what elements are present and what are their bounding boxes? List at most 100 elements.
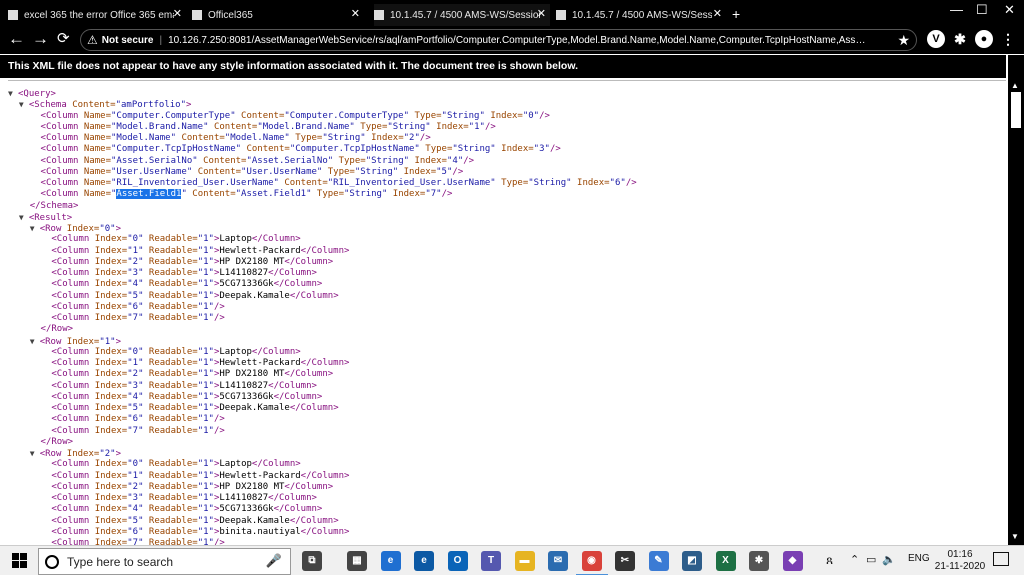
- browser-tab-2[interactable]: Officel365 ✕: [192, 4, 364, 26]
- xml-row-column: <Column Index="5" Readable="1">Deepak.Ka…: [51, 290, 339, 301]
- collapse-triangle-icon[interactable]: ▼: [30, 448, 40, 459]
- xml-row-column: <Column Index="0" Readable="1">Laptop</C…: [51, 346, 301, 357]
- xml-row-column: <Column Index="2" Readable="1">HP DX2180…: [51, 369, 334, 380]
- not-secure-label[interactable]: Not secure: [102, 35, 154, 46]
- xml-row-close: </Row>: [40, 324, 74, 335]
- taskbar-paint-icon[interactable]: ✎: [648, 551, 669, 571]
- xml-schema-close: </Schema>: [29, 200, 79, 211]
- tab-close-icon[interactable]: ✕: [713, 7, 722, 20]
- xml-row-column: <Column Index="6" Readable="1">binita.na…: [51, 526, 350, 537]
- taskbar-store-icon[interactable]: ▦: [347, 551, 367, 571]
- taskbar-mail-icon[interactable]: ✉: [548, 551, 568, 571]
- tab-favicon-icon: [8, 10, 18, 20]
- taskbar-task-view-icon[interactable]: ⧉: [302, 551, 322, 571]
- xml-row-column: <Column Index="3" Readable="1">L14110827…: [51, 493, 317, 503]
- volume-icon[interactable]: 🔈: [882, 553, 896, 566]
- xml-style-info-bar: This XML file does not appear to have an…: [0, 55, 1006, 78]
- xml-row-column: <Column Index="1" Readable="1">Hewlett-P…: [51, 245, 350, 256]
- taskbar-snipping-icon[interactable]: ✂: [615, 551, 635, 571]
- xml-row-column: <Column Index="1" Readable="1">Hewlett-P…: [51, 470, 350, 481]
- taskbar-edge-legacy-icon[interactable]: e: [380, 551, 401, 571]
- xml-schema-column: <Column Name="Model.Brand.Name" Content=…: [40, 121, 496, 132]
- tray-chevron-up-icon[interactable]: ⌃: [850, 553, 859, 566]
- browser-tab-1[interactable]: excel 365 the error Office 365 email - M…: [8, 4, 186, 26]
- taskbar-sql-tool-icon[interactable]: ◩: [682, 551, 702, 571]
- close-window-icon[interactable]: ✕: [1004, 2, 1015, 18]
- xml-row-open: ▼ <Row Index="0">: [29, 223, 121, 234]
- xml-row-column: <Column Index="4" Readable="1">5CG71336G…: [51, 391, 323, 402]
- notification-center-icon[interactable]: [993, 552, 1009, 566]
- omnibox-separator: |: [159, 34, 163, 46]
- taskbar-edge-icon[interactable]: e: [414, 551, 434, 571]
- address-bar[interactable]: ⚠ Not secure | 10.126.7.250:8081/AssetMa…: [80, 29, 917, 51]
- tab-title: 10.1.45.7 / 4500 AMS-WS/Sessions/v1/usag…: [390, 9, 540, 21]
- warning-triangle-icon[interactable]: ⚠: [87, 33, 98, 47]
- taskbar-clock[interactable]: 01:16 21-11-2020: [934, 549, 986, 573]
- xml-row-column: <Column Index="6" Readable="1"/>: [51, 301, 225, 312]
- taskbar-misc-tool-icon[interactable]: ✱: [749, 551, 769, 571]
- tab-close-icon[interactable]: ✕: [351, 7, 360, 20]
- xml-row-column: <Column Index="3" Readable="1">L14110827…: [51, 268, 317, 278]
- browser-toolbar: ← → ⟳ ⚠ Not secure | 10.126.7.250:8081/A…: [0, 26, 1024, 54]
- xml-schema-column: <Column Name="User.UserName" Content="Us…: [40, 166, 464, 177]
- new-tab-plus-icon[interactable]: +: [732, 6, 740, 22]
- xml-row-column: <Column Index="5" Readable="1">Deepak.Ka…: [51, 515, 339, 526]
- taskbar-teams-icon[interactable]: T: [481, 551, 501, 571]
- collapse-triangle-icon[interactable]: ▼: [30, 223, 40, 234]
- xml-result-open: ▼ <Result>: [18, 212, 73, 223]
- tab-favicon-icon: [556, 10, 566, 20]
- xml-row-column: <Column Index="7" Readable="1"/>: [51, 538, 225, 545]
- account-avatar-icon[interactable]: ●: [975, 30, 993, 48]
- selected-text[interactable]: Asset.Field1: [116, 189, 182, 200]
- browser-tab-4[interactable]: 10.1.45.7 / 4500 AMS-WS/Sessions/v1/usag…: [556, 4, 726, 26]
- vertical-scrollbar-track[interactable]: [1008, 55, 1024, 545]
- xml-row-column: <Column Index="7" Readable="1"/>: [51, 313, 225, 323]
- xml-schema-column: <Column Name="Computer.ComputerType" Con…: [40, 110, 550, 121]
- battery-icon[interactable]: ▭: [866, 553, 876, 566]
- forward-arrow-icon[interactable]: →: [32, 29, 49, 49]
- xml-row-column: <Column Index="2" Readable="1">HP DX2180…: [51, 481, 334, 492]
- xml-schema-open: ▼ <Schema Content="amPortfolio">: [18, 99, 192, 111]
- people-icon[interactable]: ጸ: [826, 553, 833, 568]
- search-icon: [45, 554, 59, 569]
- url-text[interactable]: 10.126.7.250:8081/AssetManagerWebService…: [168, 35, 868, 46]
- xml-row-column: <Column Index="5" Readable="1">Deepak.Ka…: [51, 403, 339, 413]
- maximize-icon[interactable]: ☐: [976, 2, 988, 18]
- vertical-scrollbar-thumb[interactable]: [1011, 92, 1021, 128]
- taskbar-visual-studio-icon[interactable]: ◆: [782, 551, 803, 571]
- taskbar-search-placeholder: Type here to search: [67, 554, 174, 569]
- reload-icon[interactable]: ⟳: [57, 29, 70, 49]
- profile-v-icon[interactable]: V: [927, 30, 945, 48]
- menu-kebab-icon[interactable]: ⋮: [999, 30, 1017, 48]
- back-arrow-icon[interactable]: ←: [8, 29, 25, 49]
- extensions-puzzle-icon[interactable]: ✱: [951, 30, 969, 48]
- collapse-triangle-icon[interactable]: ▼: [8, 88, 18, 99]
- minimize-icon[interactable]: —: [950, 2, 963, 17]
- browser-tab-3[interactable]: 10.1.45.7 / 4500 AMS-WS/Sessions/v1/usag…: [374, 4, 550, 26]
- xml-row-open: ▼ <Row Index="1">: [29, 336, 121, 347]
- taskbar-excel-icon[interactable]: X: [715, 551, 736, 571]
- taskbar-outlook-icon[interactable]: O: [447, 551, 468, 571]
- microphone-icon[interactable]: 🎤: [266, 553, 282, 569]
- taskbar-file-explorer-icon[interactable]: ▬: [514, 551, 535, 571]
- collapse-triangle-icon[interactable]: ▼: [30, 336, 40, 347]
- tab-title: 10.1.45.7 / 4500 AMS-WS/Sessions/v1/usag…: [572, 9, 712, 21]
- taskbar-chrome-icon[interactable]: ◉: [575, 551, 608, 575]
- collapse-triangle-icon[interactable]: ▼: [19, 212, 29, 223]
- tab-favicon-icon: [192, 10, 202, 20]
- language-indicator[interactable]: ENG: [908, 553, 930, 564]
- tab-title: excel 365 the error Office 365 email - M…: [24, 9, 174, 21]
- clock-time: 01:16: [947, 549, 973, 560]
- xml-schema-column: <Column Name="Model.Name" Content="Model…: [40, 133, 431, 143]
- scroll-up-arrow-icon[interactable]: ▲: [1011, 81, 1019, 90]
- bookmark-star-icon[interactable]: ★: [897, 32, 910, 49]
- taskbar-search-box[interactable]: Type here to search 🎤: [38, 548, 291, 575]
- tab-close-icon[interactable]: ✕: [173, 7, 182, 20]
- tab-favicon-icon: [374, 10, 384, 20]
- windows-start-icon[interactable]: [12, 553, 28, 569]
- collapse-triangle-icon[interactable]: ▼: [19, 99, 29, 110]
- xml-schema-column: <Column Name="Asset.Field1" Content="Ass…: [40, 189, 453, 200]
- tab-close-icon[interactable]: ✕: [537, 7, 546, 20]
- xml-row-column: <Column Index="0" Readable="1">Laptop</C…: [51, 459, 301, 470]
- scroll-down-arrow-icon[interactable]: ▼: [1011, 532, 1019, 541]
